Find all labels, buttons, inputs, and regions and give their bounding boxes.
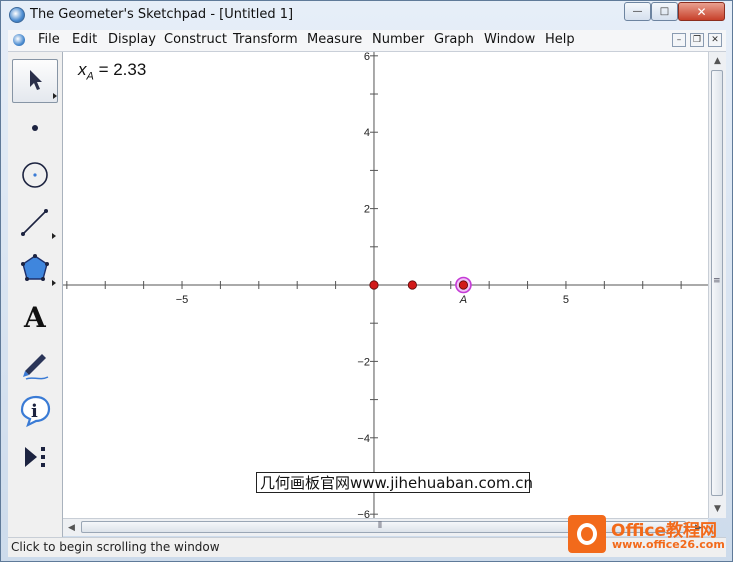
measure-subscript: A xyxy=(86,70,94,83)
document-icon[interactable] xyxy=(13,34,25,46)
straightedge-tool-icon xyxy=(21,209,56,239)
menu-window[interactable]: Window xyxy=(484,32,535,47)
svg-text:i: i xyxy=(31,401,38,422)
information-tool-icon: i xyxy=(20,395,51,428)
document-minimize-button[interactable]: – xyxy=(672,33,686,47)
text-tool[interactable]: A xyxy=(12,294,58,338)
window-title: The Geometer's Sketchpad - [Untitled 1] xyxy=(30,7,294,22)
marker-tool-icon xyxy=(23,354,49,380)
coordinate-grid[interactable]: −5 5 6 4 2 −2 −4 −6 A xyxy=(63,52,708,518)
information-tool[interactable]: i xyxy=(12,388,58,432)
custom-tool[interactable] xyxy=(12,435,58,479)
menu-display[interactable]: Display xyxy=(108,32,156,47)
y-tick-label: −2 xyxy=(357,356,370,368)
text-tool-icon: A xyxy=(23,301,47,334)
measurement-xa[interactable]: xA = 2.33 xyxy=(78,60,146,82)
arrow-tool-icon xyxy=(30,70,57,99)
menu-bar: File Edit Display Construct Transform Me… xyxy=(8,30,726,52)
y-tick-label: 4 xyxy=(364,127,370,139)
menu-help[interactable]: Help xyxy=(545,32,575,47)
menu-number[interactable]: Number xyxy=(372,32,424,47)
point-label: A xyxy=(459,294,467,306)
vertical-grip-icon: ≡ xyxy=(713,276,721,286)
svg-text:A: A xyxy=(23,301,47,334)
compass-tool[interactable] xyxy=(12,153,58,197)
x-tick-label: −5 xyxy=(176,294,189,306)
application-window: The Geometer's Sketchpad - [Untitled 1] … xyxy=(0,0,733,562)
sketchpad-app-icon[interactable] xyxy=(9,7,25,23)
measure-value: = 2.33 xyxy=(98,60,147,79)
menu-file[interactable]: File xyxy=(38,32,60,47)
vertical-scrollbar[interactable]: ▲ ≡ ▼ xyxy=(708,52,726,518)
marker-tool[interactable] xyxy=(12,341,58,385)
menu-measure[interactable]: Measure xyxy=(307,32,362,47)
menu-construct[interactable]: Construct xyxy=(164,32,227,47)
y-tick-label: 6 xyxy=(364,52,370,63)
scroll-left-arrow-icon[interactable]: ◀ xyxy=(64,520,79,535)
menu-graph[interactable]: Graph xyxy=(434,32,474,47)
caption-text: 几何画板官网www.jihehuaban.com.cn xyxy=(260,474,534,492)
arrow-tool[interactable] xyxy=(12,59,58,103)
measure-variable: x xyxy=(78,60,87,79)
minimize-button[interactable]: — xyxy=(624,2,651,21)
maximize-button[interactable]: □ xyxy=(651,2,678,21)
x-tick-label: 5 xyxy=(563,294,569,306)
polygon-tool-icon xyxy=(21,254,56,286)
menu-edit[interactable]: Edit xyxy=(72,32,97,47)
caption-box[interactable]: 几何画板官网www.jihehuaban.com.cn xyxy=(256,472,534,493)
graph-point xyxy=(369,280,379,290)
watermark-url: www.office26.com xyxy=(612,538,725,551)
horizontal-grip-icon: ⦀ xyxy=(378,521,382,531)
close-button[interactable]: ✕ xyxy=(678,2,725,21)
office26-watermark: Office教程网 www.office26.com xyxy=(568,513,730,555)
sketch-canvas[interactable]: −5 5 6 4 2 −2 −4 −6 A xA = 2.33 几何画板官网www.jihehu… xyxy=(63,52,708,518)
graph-point xyxy=(407,280,417,290)
document-close-button[interactable]: ✕ xyxy=(708,33,722,47)
polygon-tool[interactable] xyxy=(12,247,58,291)
scroll-up-arrow-icon[interactable]: ▲ xyxy=(710,53,725,68)
office-logo-icon xyxy=(568,515,606,553)
custom-tool-icon xyxy=(25,447,45,467)
document-restore-button[interactable]: ❐ xyxy=(690,33,704,47)
vertical-scroll-thumb[interactable]: ≡ xyxy=(711,70,723,496)
title-bar: The Geometer's Sketchpad - [Untitled 1] … xyxy=(1,1,732,29)
menu-transform[interactable]: Transform xyxy=(233,32,298,47)
graph-point xyxy=(458,280,469,290)
toolbox: A i xyxy=(8,52,63,538)
y-tick-label: −6 xyxy=(357,509,370,518)
point-tool[interactable] xyxy=(12,106,58,150)
status-text: Click to begin scrolling the window xyxy=(11,540,220,554)
compass-tool-icon xyxy=(22,162,48,188)
straightedge-tool[interactable] xyxy=(12,200,58,244)
y-tick-label: −4 xyxy=(357,433,370,445)
point-tool-icon xyxy=(32,125,38,131)
y-tick-label: 2 xyxy=(364,204,370,216)
